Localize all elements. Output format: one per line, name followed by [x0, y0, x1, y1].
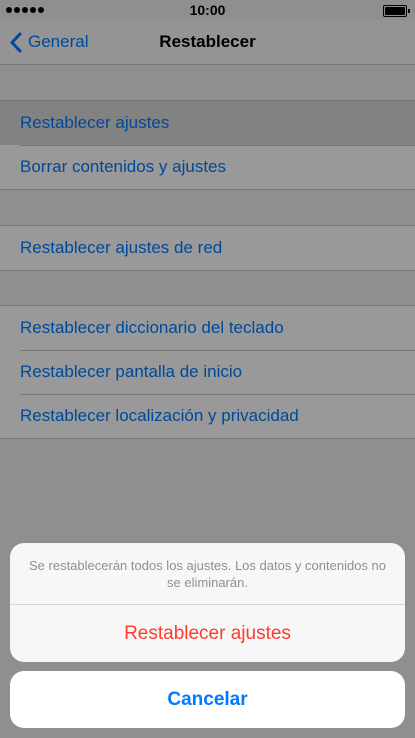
action-sheet-message: Se restablecerán todos los ajustes. Los …	[10, 543, 405, 605]
action-sheet: Se restablecerán todos los ajustes. Los …	[10, 543, 405, 662]
cancel-button[interactable]: Cancelar	[10, 671, 405, 728]
confirm-reset-button[interactable]: Restablecer ajustes	[10, 605, 405, 662]
